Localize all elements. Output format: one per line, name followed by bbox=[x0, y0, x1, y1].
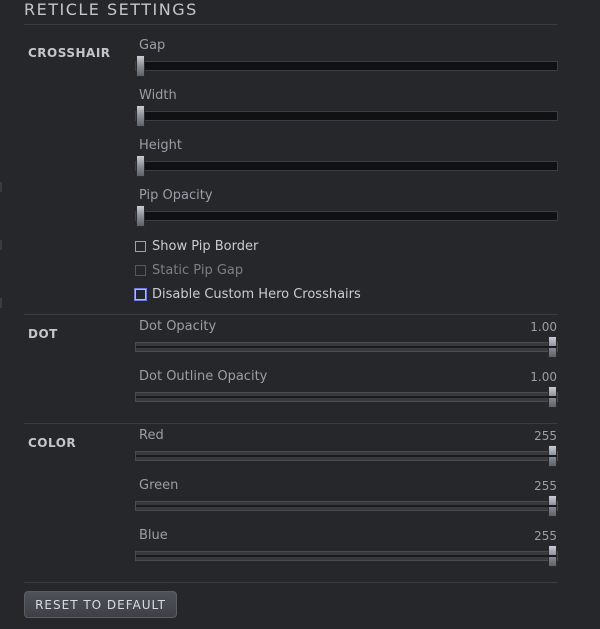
slider-label-blue: Blue bbox=[139, 528, 168, 543]
slider-thumb[interactable] bbox=[548, 545, 557, 567]
static-pip-gap-checkbox[interactable]: Static Pip Gap bbox=[135, 262, 243, 278]
slider-value-red: 255 bbox=[534, 429, 557, 443]
page-title: RETICLE SETTINGS bbox=[24, 0, 198, 19]
checkbox-box[interactable] bbox=[135, 240, 146, 252]
slider-thumb[interactable] bbox=[548, 336, 557, 358]
slider-value-dot-opacity: 1.00 bbox=[530, 320, 557, 334]
slider-thumb[interactable] bbox=[548, 386, 557, 408]
slider-value-blue: 255 bbox=[534, 529, 557, 543]
height-slider[interactable] bbox=[135, 155, 558, 177]
slider-label-gap: Gap bbox=[139, 38, 166, 53]
slider-label-red: Red bbox=[139, 428, 164, 443]
checkbox-label: Show Pip Border bbox=[152, 238, 259, 254]
slider-label-dot-outline-opacity: Dot Outline Opacity bbox=[139, 369, 268, 384]
title-divider bbox=[24, 24, 558, 25]
slider-thumb[interactable] bbox=[136, 155, 145, 177]
slider-label-height: Height bbox=[139, 138, 182, 153]
slider-label-dot-opacity: Dot Opacity bbox=[139, 319, 217, 334]
edge-mark bbox=[0, 240, 2, 250]
slider-label-pip-opacity: Pip Opacity bbox=[139, 188, 213, 203]
slider-thumb[interactable] bbox=[548, 495, 557, 517]
slider-thumb[interactable] bbox=[136, 55, 145, 77]
reset-to-default-button[interactable]: RESET TO DEFAULT bbox=[24, 591, 177, 618]
edge-mark bbox=[0, 182, 2, 192]
edge-mark bbox=[0, 298, 2, 308]
slider-thumb[interactable] bbox=[136, 105, 145, 127]
slider-label-width: Width bbox=[139, 88, 177, 103]
width-slider[interactable] bbox=[135, 105, 558, 127]
pip-opacity-slider[interactable] bbox=[135, 205, 558, 227]
slider-value-green: 255 bbox=[534, 479, 557, 493]
slider-thumb[interactable] bbox=[136, 205, 145, 227]
gap-slider[interactable] bbox=[135, 55, 558, 77]
blue-slider[interactable] bbox=[135, 545, 558, 567]
dot-outline-opacity-slider[interactable] bbox=[135, 386, 558, 408]
disable-custom-hero-crosshairs-checkbox[interactable]: Disable Custom Hero Crosshairs bbox=[135, 286, 361, 302]
checkbox-label: Static Pip Gap bbox=[152, 262, 244, 278]
slider-value-dot-outline-opacity: 1.00 bbox=[530, 370, 557, 384]
red-slider[interactable] bbox=[135, 445, 558, 467]
green-slider[interactable] bbox=[135, 495, 558, 517]
section-divider bbox=[24, 314, 558, 315]
checkbox-box[interactable] bbox=[135, 288, 146, 300]
section-label-color: COLOR bbox=[28, 436, 77, 450]
show-pip-border-checkbox[interactable]: Show Pip Border bbox=[135, 238, 258, 254]
dot-opacity-slider[interactable] bbox=[135, 336, 558, 358]
section-divider bbox=[24, 423, 558, 424]
checkbox-label: Disable Custom Hero Crosshairs bbox=[152, 286, 361, 302]
checkbox-box[interactable] bbox=[135, 264, 146, 276]
slider-label-green: Green bbox=[139, 478, 179, 493]
section-label-crosshair: CROSSHAIR bbox=[28, 46, 111, 60]
section-label-dot: DOT bbox=[28, 327, 58, 341]
section-divider bbox=[24, 582, 558, 583]
slider-thumb[interactable] bbox=[548, 445, 557, 467]
